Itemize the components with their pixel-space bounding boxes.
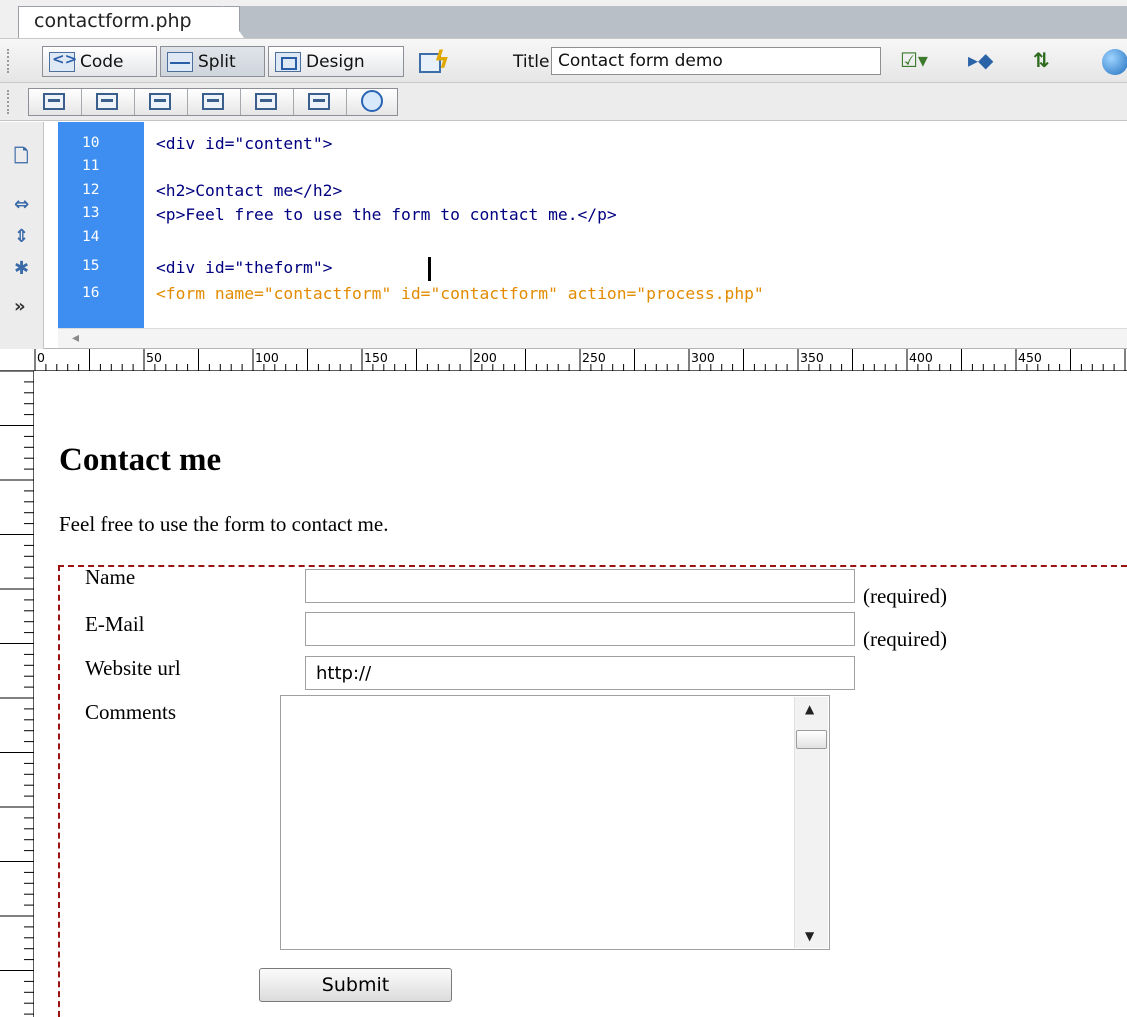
scroll-thumb[interactable] bbox=[796, 730, 827, 749]
toggle-css-button[interactable] bbox=[347, 89, 397, 115]
screen-media-icon bbox=[43, 93, 65, 110]
email-required-hint: (required) bbox=[863, 627, 947, 651]
comments-scrollbar[interactable]: ▲ ▼ bbox=[794, 697, 828, 948]
text-cursor bbox=[428, 257, 431, 281]
ruler-tick-label: 250 bbox=[582, 350, 606, 365]
ruler-tick-label: 300 bbox=[691, 350, 715, 365]
more-tools-icon[interactable]: » bbox=[14, 296, 26, 317]
code-view-label: Code bbox=[80, 51, 124, 72]
line-number: 10 bbox=[82, 135, 100, 151]
line-number: 11 bbox=[82, 158, 100, 174]
tab-bar-background bbox=[236, 6, 1127, 38]
line-number: 16 bbox=[82, 285, 100, 301]
name-label: Name bbox=[85, 565, 136, 589]
code-line[interactable]: <div id="content"> bbox=[156, 134, 332, 153]
code-view-button[interactable]: Code bbox=[42, 46, 157, 77]
code-horizontal-scrollbar[interactable]: ◂ bbox=[58, 328, 1127, 348]
document-tab[interactable]: contactform.php bbox=[18, 6, 240, 39]
comments-label: Comments bbox=[85, 700, 177, 724]
tty-media-icon bbox=[255, 93, 277, 110]
line-number-gutter bbox=[58, 122, 144, 328]
expand-all-icon[interactable]: ✱ bbox=[14, 258, 29, 279]
scroll-up-icon[interactable]: ▲ bbox=[805, 702, 814, 716]
open-documents-icon[interactable]: 🗋 bbox=[14, 144, 28, 174]
code-line[interactable]: <p>Feel free to use the form to contact … bbox=[156, 205, 617, 224]
code-line[interactable]: <h2>Contact me</h2> bbox=[156, 181, 342, 200]
code-line[interactable]: <div id="theform"> bbox=[156, 258, 332, 277]
render-handheld-button[interactable] bbox=[135, 89, 188, 115]
preview-in-browser-icon[interactable] bbox=[1102, 49, 1127, 75]
name-required-hint: (required) bbox=[863, 584, 947, 608]
file-management-icon[interactable]: ⇅ bbox=[1033, 48, 1050, 74]
scroll-left-icon[interactable]: ◂ bbox=[72, 330, 79, 346]
email-label: E-Mail bbox=[85, 612, 145, 636]
ruler-tick-label: 400 bbox=[909, 350, 933, 365]
style-rendering-toolbar bbox=[0, 83, 1127, 121]
toolbar-grip[interactable] bbox=[7, 49, 13, 73]
collapse-selection-icon[interactable]: ⇕ bbox=[14, 226, 29, 247]
ruler-ticks bbox=[34, 349, 1126, 371]
browser-check-icon[interactable]: ▸◆ bbox=[968, 48, 993, 74]
render-print-button[interactable] bbox=[82, 89, 135, 115]
email-input[interactable] bbox=[305, 612, 855, 646]
ruler-tick-label: 350 bbox=[800, 350, 824, 365]
website-input[interactable] bbox=[305, 656, 855, 690]
comments-textarea[interactable]: ▲ ▼ bbox=[280, 695, 830, 950]
website-label: Website url bbox=[85, 656, 181, 680]
collapse-tag-icon[interactable]: ⇔ bbox=[14, 194, 29, 215]
vertical-ruler bbox=[0, 371, 34, 1017]
ruler-tick-label: 450 bbox=[1018, 350, 1042, 365]
document-tab-label: contactform.php bbox=[34, 10, 192, 32]
ruler-tick-label: 150 bbox=[364, 350, 388, 365]
horizontal-ruler: 0 50 100 150 200 250 300 350 400 450 bbox=[0, 349, 1127, 371]
split-view-icon bbox=[167, 51, 193, 72]
toolbar-grip[interactable] bbox=[7, 90, 13, 114]
document-toolbar: Code Split Design ϟ Title: ☑▾ ▸◆ ⇅ bbox=[0, 38, 1127, 83]
render-media-buttons bbox=[28, 88, 398, 116]
document-tab-bar: contactform.php bbox=[0, 0, 1127, 39]
split-view-button[interactable]: Split bbox=[160, 46, 265, 77]
render-screen-button[interactable] bbox=[29, 89, 82, 115]
line-number: 15 bbox=[82, 258, 100, 274]
document-title-input[interactable] bbox=[551, 47, 881, 75]
ruler-tick-label: 100 bbox=[255, 350, 279, 365]
render-projection-button[interactable] bbox=[188, 89, 241, 115]
tab-edge bbox=[222, 6, 244, 38]
print-media-icon bbox=[96, 93, 118, 110]
tv-media-icon bbox=[308, 93, 330, 110]
page-heading[interactable]: Contact me bbox=[59, 442, 221, 479]
ruler-tick-label: 200 bbox=[473, 350, 497, 365]
handheld-media-icon bbox=[149, 93, 171, 110]
render-tty-button[interactable] bbox=[241, 89, 294, 115]
scroll-down-icon[interactable]: ▼ bbox=[805, 929, 814, 943]
coding-toolbar: 🗋 ⇔ ⇕ ✱ » bbox=[0, 122, 44, 349]
toggle-css-icon bbox=[361, 90, 383, 112]
ruler-tick-label: 50 bbox=[146, 350, 162, 365]
code-line[interactable]: <form name="contactform" id="contactform… bbox=[156, 284, 774, 303]
design-view-button[interactable]: Design bbox=[268, 46, 404, 77]
title-label: Title: bbox=[513, 52, 556, 72]
validate-icon[interactable]: ☑▾ bbox=[900, 48, 928, 74]
design-view-icon bbox=[275, 51, 301, 72]
line-number: 12 bbox=[82, 182, 100, 198]
projection-media-icon bbox=[202, 93, 224, 110]
line-number: 14 bbox=[82, 229, 100, 245]
design-view-pane[interactable]: Contact me Feel free to use the form to … bbox=[35, 372, 1127, 1017]
ruler-tick-label: 0 bbox=[37, 350, 45, 365]
design-view-label: Design bbox=[306, 51, 365, 72]
code-view-icon bbox=[49, 50, 77, 72]
live-view-button[interactable]: ϟ bbox=[419, 46, 453, 76]
render-tv-button[interactable] bbox=[294, 89, 347, 115]
page-intro-text[interactable]: Feel free to use the form to contact me. bbox=[59, 512, 388, 537]
line-number: 13 bbox=[82, 205, 100, 221]
split-view-label: Split bbox=[198, 51, 236, 72]
name-input[interactable] bbox=[305, 569, 855, 603]
code-view-pane[interactable]: 🗋 ⇔ ⇕ ✱ » bbox=[0, 122, 1127, 349]
submit-button[interactable]: Submit bbox=[259, 968, 452, 1002]
